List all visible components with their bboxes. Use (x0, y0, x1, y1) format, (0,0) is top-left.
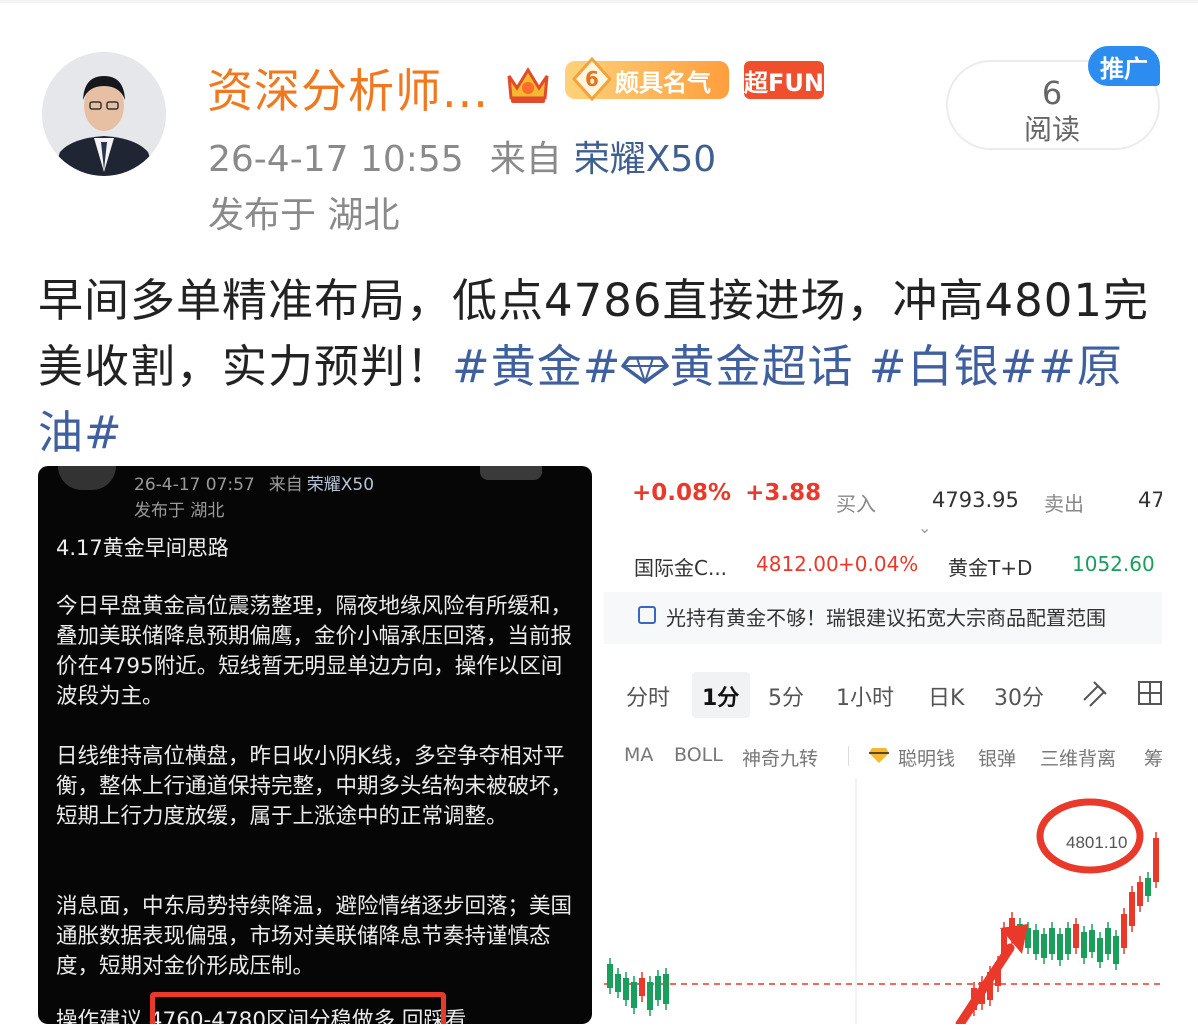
candles-group (607, 832, 1159, 1016)
fame-level-badge: 6 (571, 56, 613, 102)
candle-body (631, 982, 637, 1008)
tab-timeshare: 分时 (626, 686, 671, 711)
candle-body (1041, 934, 1047, 958)
candle-body (639, 978, 645, 996)
analysis-paragraph: 日线维持高位横盘，昨日收小阴K线，多空争夺相对平衡，整体上行通道保持完整，中期多… (56, 744, 573, 829)
intl-gold-label: 国际金C... (634, 556, 728, 580)
indicator-ma: MA (624, 744, 654, 766)
indicator-divider (848, 746, 849, 766)
embedded-device: 荣耀X50 (306, 475, 375, 495)
candle-body (1129, 892, 1135, 926)
indicator-boll: BOLL (674, 744, 723, 766)
candle-body (1113, 936, 1119, 964)
hashtag-silver[interactable]: #白银# (869, 340, 1038, 393)
candle-body (1081, 932, 1087, 958)
intl-gold-price: 4812.00 (756, 552, 839, 576)
super-fun-badge[interactable]: 超FUN (744, 61, 824, 99)
candle-body (1073, 924, 1079, 948)
candle-body (1121, 914, 1127, 948)
indicator-cut: 筹 (1144, 748, 1162, 770)
candle-body (1049, 928, 1055, 954)
embedded-timestamp: 26-4-17 07:57 (134, 475, 255, 495)
candle-body (1097, 938, 1103, 962)
from-label: 来自 (489, 139, 562, 180)
candle-body (1105, 928, 1111, 954)
candle-body (1089, 930, 1095, 952)
red-highlight-box (150, 992, 446, 1024)
tab-1min: 1分 (702, 686, 740, 711)
analysis-paragraph: 今日早盘黄金高位震荡整理，隔夜地缘风险有所缓和，叠加美联储降息预期偏鹰，金价小幅… (56, 594, 573, 709)
crown-icon (507, 67, 549, 103)
buy-label: 买入 (836, 492, 876, 516)
layout-icon (1138, 681, 1162, 705)
candle-body (615, 974, 621, 992)
news-headline: 光持有黄金不够！瑞银建议拓宽大宗商品配置范围 (666, 606, 1106, 630)
candle-body (623, 978, 629, 1000)
candle-body (1057, 934, 1063, 960)
change-percent: +0.08% (632, 480, 732, 506)
embedded-from-label: 来自 (268, 475, 303, 495)
td-label: 黄金T+D (948, 556, 1033, 580)
post-meta: 26-4-17 10:55 来自 荣耀X50 (208, 130, 716, 182)
post-text: 早间多单精准布局，低点4786直接进场，冲高4801完美收割，实力预判！#黄金#… (38, 268, 1164, 466)
draw-tool-icon (1083, 681, 1107, 707)
tab-1hour: 1小时 (836, 686, 894, 711)
candle-body (1145, 878, 1151, 896)
td-price: 1052.60 (1072, 552, 1155, 576)
embedded-avatar (58, 466, 116, 490)
indicator-silver-bullet: 银弹 (978, 748, 1017, 770)
avatar-portrait-image (42, 52, 166, 176)
tab-5min: 5分 (768, 686, 804, 711)
candle-body (1033, 930, 1039, 954)
analysis-paragraph: 消息面，中东局势持续降温，避险情绪逐步回落；美国通胀数据表现偏强，市场对美联储降… (56, 894, 573, 979)
attached-image-analysis[interactable]: 26-4-17 07:57 来自 荣耀X50 发布于 湖北 4.17黄金早间思路 今… (38, 466, 592, 1024)
price-change: +0.08% +3.88 (632, 480, 821, 506)
device-link[interactable]: 荣耀X50 (574, 139, 716, 180)
news-icon (638, 606, 656, 624)
super-topic-diamond-icon (621, 356, 670, 384)
intl-gold-change: +0.04% (838, 552, 919, 576)
read-count: 6 (1041, 74, 1063, 112)
candle-body (647, 982, 653, 1010)
tab-30min: 30分 (994, 686, 1044, 711)
candle-body (1065, 928, 1071, 954)
promo-tag[interactable]: 推广 (1088, 46, 1160, 86)
arrow-shaft (955, 943, 1015, 1024)
candle-body (655, 976, 661, 1000)
indicator-3d-divergence: 三维背离 (1040, 748, 1117, 770)
sell-label: 卖出 (1044, 492, 1084, 516)
attached-image-chart[interactable]: +0.08% +3.88 买入 4793.95 卖出 47 ⌄ 国际金C... 4… (604, 466, 1162, 1024)
embedded-location: 发布于 湖北 (134, 501, 225, 521)
user-avatar[interactable] (42, 52, 166, 176)
post-location: 发布于 湖北 (208, 195, 400, 236)
annotated-price-label: 4801.10 (1066, 833, 1127, 852)
candle-body (1137, 882, 1143, 906)
post-timestamp: 26-4-17 10:55 (208, 139, 464, 180)
chevron-down-icon: ⌄ (918, 518, 932, 537)
read-label: 阅读 (1023, 113, 1080, 146)
top-divider (0, 0, 1198, 3)
candle-body (607, 964, 613, 988)
vip-diamond-icon (869, 748, 889, 763)
tab-daily: 日K (928, 686, 965, 711)
candlestick-chart: 4801.10 (604, 778, 1162, 1024)
candle-body (663, 974, 669, 1004)
super-topic-gold[interactable]: 黄金超话 (669, 340, 853, 393)
analysis-title: 4.17黄金早间思路 (56, 536, 229, 560)
buy-value: 4793.95 (932, 488, 1019, 512)
candle-body (1153, 838, 1159, 882)
indicator-td9: 神奇九转 (742, 748, 819, 770)
indicator-smart-money: 聪明钱 (898, 748, 956, 770)
fame-level-number: 6 (585, 67, 599, 91)
sell-value: 47 (1138, 488, 1162, 512)
embedded-badge (480, 466, 542, 480)
username[interactable]: 资深分析师... (207, 55, 489, 121)
hashtag-gold[interactable]: #黄金# (452, 340, 621, 393)
change-absolute: +3.88 (745, 480, 822, 506)
embedded-meta: 26-4-17 07:57 来自 荣耀X50 (134, 470, 374, 495)
